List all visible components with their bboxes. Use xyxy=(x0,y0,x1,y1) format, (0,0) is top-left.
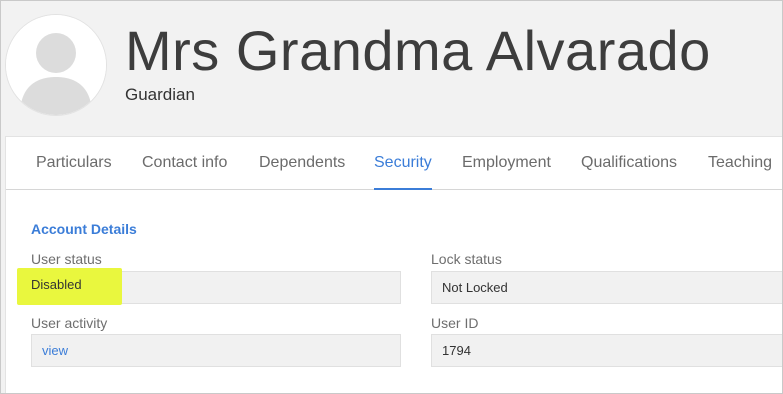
user-role: Guardian xyxy=(125,85,195,104)
user-id-field: 1794 xyxy=(431,334,782,367)
profile-window: Mrs Grandma Alvarado Guardian Particular… xyxy=(0,0,783,394)
user-id-value: 1794 xyxy=(442,343,471,358)
lock-status-field: Not Locked xyxy=(431,271,782,304)
tab-particulars[interactable]: Particulars xyxy=(36,137,112,189)
tab-security[interactable]: Security xyxy=(374,137,432,190)
section-title-account-details: Account Details xyxy=(31,221,137,237)
user-activity-view-link[interactable]: view xyxy=(42,343,68,358)
page-title: Mrs Grandma Alvarado xyxy=(125,19,711,82)
tab-bar: Particulars Contact info Dependents Secu… xyxy=(6,137,782,190)
user-activity-label: User activity xyxy=(31,315,108,331)
user-status-label: User status xyxy=(31,251,102,267)
user-id-label: User ID xyxy=(431,315,479,331)
lock-status-label: Lock status xyxy=(431,251,502,267)
profile-card: Particulars Contact info Dependents Secu… xyxy=(5,136,782,393)
user-activity-field: view xyxy=(31,334,401,367)
tab-dependents[interactable]: Dependents xyxy=(259,137,345,189)
tab-contact-info[interactable]: Contact info xyxy=(142,137,227,189)
user-status-value: Disabled xyxy=(31,277,82,292)
lock-status-value: Not Locked xyxy=(442,280,508,295)
avatar xyxy=(6,15,106,115)
tab-qualifications[interactable]: Qualifications xyxy=(581,137,677,189)
user-silhouette-icon xyxy=(6,15,106,115)
tab-teaching[interactable]: Teaching xyxy=(708,137,772,189)
tab-employment[interactable]: Employment xyxy=(462,137,551,189)
